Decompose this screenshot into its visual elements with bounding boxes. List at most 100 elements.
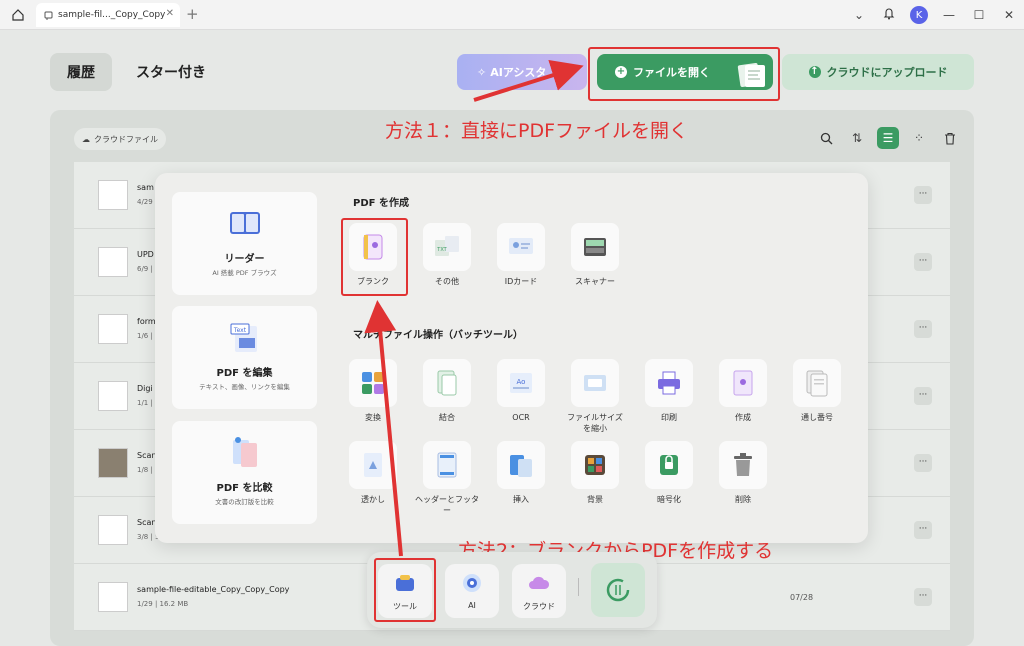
cloud-icon: ☁ — [82, 134, 90, 144]
open-file-button[interactable]: + ファイルを開く — [597, 54, 773, 90]
edit-text-icon: Text — [230, 323, 257, 352]
more-options-icon[interactable]: ··· — [914, 186, 932, 204]
method1-annotation: 方法１：直接にPDFファイルを開く — [385, 120, 689, 142]
tool-scanner[interactable]: スキャナー — [560, 223, 630, 287]
tool-encrypt[interactable]: 暗号化 — [634, 441, 704, 505]
tab-history[interactable]: 履歴 — [50, 53, 112, 91]
ocr-icon: Ao — [510, 373, 532, 393]
cloud-upload-label: クラウドにアップロード — [826, 66, 948, 79]
dock-divider — [578, 578, 579, 596]
edit-pdf-title: PDF を編集 — [216, 368, 273, 379]
compare-pdf-subtitle: 文書の改訂版を比較 — [215, 498, 274, 506]
batch-section-title: マルチファイル操作（バッチツール） — [353, 330, 523, 341]
maximize-icon[interactable]: ☐ — [964, 8, 994, 22]
tool-label: 作成 — [735, 413, 751, 422]
dock-ai-button[interactable]: AI — [445, 564, 499, 618]
sort-icon[interactable]: ⇅ — [846, 127, 868, 149]
tool-compress[interactable]: ファイルサイズ を縮小 — [560, 359, 630, 434]
tool-header-footer[interactable]: ヘッダーとフッター — [412, 441, 482, 516]
tool-create[interactable]: 作成 — [708, 359, 778, 423]
file-name: Scan — [137, 451, 157, 460]
edit-pdf-subtitle: テキスト、画像、リンクを編集 — [199, 383, 290, 391]
dock-cloud-button[interactable]: クラウド — [512, 564, 566, 618]
grid-view-icon[interactable]: ⁘ — [908, 127, 930, 149]
documents-illustration-icon — [737, 62, 765, 88]
ai-orb-icon — [463, 574, 481, 592]
book-icon — [230, 212, 260, 234]
ai-assistant-button[interactable]: ✧ AIアシスタ — [457, 54, 587, 90]
tool-delete[interactable]: 削除 — [708, 441, 778, 505]
file-meta: 1/6 | — [137, 332, 153, 340]
file-meta: 1/29 | 16.2 MB — [137, 600, 189, 608]
compress-icon — [584, 375, 606, 391]
more-options-icon[interactable]: ··· — [914, 253, 932, 271]
tab-starred[interactable]: スター付き — [136, 53, 206, 91]
file-thumbnail — [98, 381, 128, 411]
tools-popup: リーダー AI 搭載 PDF ブラウズ Text PDF を編集 テキスト、画像… — [155, 173, 868, 543]
avatar[interactable]: K — [910, 6, 928, 24]
encrypt-icon — [660, 455, 678, 475]
tool-label: スキャナー — [575, 277, 615, 286]
file-name: form — [137, 317, 156, 326]
tool-convert[interactable]: 変換 — [338, 359, 408, 423]
sync-icon — [606, 578, 630, 602]
svg-text:Text: Text — [233, 327, 247, 334]
header-footer-icon — [437, 452, 457, 478]
bates-number-icon — [806, 370, 828, 397]
tool-label: 透かし — [361, 495, 385, 504]
tool-label: 暗号化 — [657, 495, 681, 504]
cloud-icon — [529, 576, 550, 589]
new-tab-button[interactable]: + — [186, 5, 199, 23]
tab-title: sample-fil..._Copy_Copy — [58, 10, 166, 20]
tool-id-card[interactable]: IDカード — [486, 223, 556, 287]
list-view-icon[interactable]: ☰ — [877, 127, 899, 149]
bell-icon[interactable] — [874, 7, 904, 23]
sync-button[interactable] — [591, 563, 645, 617]
file-meta: 1/8 | — [137, 466, 153, 474]
tool-ocr[interactable]: Ao OCR — [486, 359, 556, 423]
search-icon[interactable] — [815, 127, 837, 149]
chevron-down-icon[interactable]: ⌄ — [844, 8, 874, 22]
home-button[interactable] — [6, 4, 30, 26]
file-name: sample-file-editable_Copy_Copy_Copy — [137, 585, 290, 594]
tool-other[interactable]: TXT その他 — [412, 223, 482, 287]
minimize-icon[interactable]: — — [934, 8, 964, 22]
combine-icon — [437, 370, 457, 396]
convert-icon — [362, 372, 384, 394]
background-icon — [585, 455, 605, 475]
upload-icon: ↑ — [808, 66, 821, 78]
tool-combine[interactable]: 結合 — [412, 359, 482, 423]
more-options-icon[interactable]: ··· — [914, 588, 932, 606]
reader-card[interactable]: リーダー AI 搭載 PDF ブラウズ — [172, 192, 317, 295]
compare-icon — [233, 437, 257, 467]
panel-toolbar: ⇅ ☰ ⁘ — [806, 127, 961, 149]
file-thumbnail — [98, 515, 128, 545]
trash-icon[interactable] — [939, 127, 961, 149]
document-tab[interactable]: sample-fil..._Copy_Copy ✕ — [36, 3, 180, 27]
tool-label: 印刷 — [661, 413, 677, 422]
tools-highlight — [374, 558, 436, 622]
tool-label: その他 — [435, 277, 459, 286]
more-options-icon[interactable]: ··· — [914, 521, 932, 539]
tool-print[interactable]: 印刷 — [634, 359, 704, 423]
compare-pdf-card[interactable]: PDF を比較 文書の改訂版を比較 — [172, 421, 317, 524]
more-options-icon[interactable]: ··· — [914, 320, 932, 338]
tool-background[interactable]: 背景 — [560, 441, 630, 505]
blank-highlight — [341, 218, 408, 296]
more-options-icon[interactable]: ··· — [914, 454, 932, 472]
tool-watermark[interactable]: 透かし — [338, 441, 408, 505]
delete-icon — [734, 453, 752, 476]
cloud-upload-button[interactable]: ↑ クラウドにアップロード — [782, 54, 974, 90]
compare-pdf-title: PDF を比較 — [216, 483, 273, 494]
print-icon — [658, 371, 680, 395]
reader-subtitle: AI 搭載 PDF ブラウズ — [212, 269, 277, 277]
cloud-files-chip[interactable]: ☁ クラウドファイル — [74, 128, 166, 150]
tool-label: 変換 — [365, 413, 381, 422]
close-window-icon[interactable]: ✕ — [994, 8, 1024, 22]
more-options-icon[interactable]: ··· — [914, 387, 932, 405]
svg-text:TXT: TXT — [436, 247, 447, 253]
close-tab-icon[interactable]: ✕ — [166, 8, 174, 19]
tool-insert[interactable]: 挿入 — [486, 441, 556, 505]
tool-bates-number[interactable]: 通し番号 — [782, 359, 852, 423]
edit-pdf-card[interactable]: Text PDF を編集 テキスト、画像、リンクを編集 — [172, 306, 317, 409]
